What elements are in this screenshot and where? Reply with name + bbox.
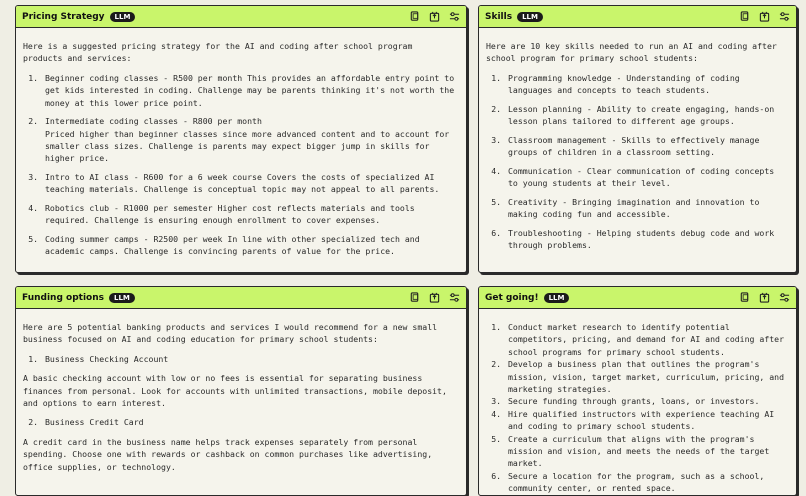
get-going-card: Get going! LLM Conduct market research t… bbox=[478, 286, 797, 496]
settings-sliders-icon[interactable] bbox=[779, 292, 790, 303]
steps-list: Conduct market research to identify pote… bbox=[486, 321, 786, 495]
copy-icon[interactable] bbox=[409, 292, 420, 303]
card-title: Funding options bbox=[22, 292, 104, 303]
list-item: Create a curriculum that aligns with the… bbox=[506, 433, 786, 470]
list-item: Lesson planning - Ability to create enga… bbox=[506, 103, 786, 128]
list-item: Coding summer camps - R2500 per week In … bbox=[43, 233, 456, 258]
funding-options-card: Funding options LLM Here are 5 potential… bbox=[15, 286, 467, 496]
list-item: Communication - Clear communication of c… bbox=[506, 165, 786, 190]
export-icon[interactable] bbox=[429, 292, 440, 303]
list-item: Troubleshooting - Helping students debug… bbox=[506, 227, 786, 252]
card-header: Get going! LLM bbox=[479, 287, 796, 309]
export-icon[interactable] bbox=[759, 11, 770, 22]
list-item: Beginner coding classes - R500 per month… bbox=[43, 72, 456, 109]
pricing-strategy-card: Pricing Strategy LLM Here is a suggested… bbox=[15, 5, 467, 273]
card-header: Funding options LLM bbox=[16, 287, 466, 309]
list-item: Intro to AI class - R600 for a 6 week co… bbox=[43, 171, 456, 196]
list-item: Hire qualified instructors with experien… bbox=[506, 408, 786, 433]
list-item: Business Checking Account bbox=[43, 353, 456, 365]
pricing-list: Beginner coding classes - R500 per month… bbox=[23, 72, 456, 258]
copy-icon[interactable] bbox=[739, 11, 750, 22]
list-item: Creativity - Bringing imagination and in… bbox=[506, 196, 786, 221]
llm-badge: LLM bbox=[517, 11, 543, 22]
list-item: Secure a location for the program, such … bbox=[506, 470, 786, 495]
skills-list: Programming knowledge - Understanding of… bbox=[486, 72, 786, 252]
card-body: Here are 10 key skills needed to run an … bbox=[479, 28, 796, 252]
llm-badge: LLM bbox=[109, 11, 136, 22]
intro-text: Here are 10 key skills needed to run an … bbox=[486, 41, 777, 64]
funding-list-2: Business Credit Card bbox=[23, 416, 456, 428]
card-body: Here is a suggested pricing strategy for… bbox=[16, 28, 466, 258]
copy-icon[interactable] bbox=[739, 292, 750, 303]
card-body: Here are 5 potential banking products an… bbox=[16, 309, 466, 473]
card-title: Get going! bbox=[485, 292, 539, 303]
list-item: Conduct market research to identify pote… bbox=[506, 321, 786, 358]
list-item: Develop a business plan that outlines th… bbox=[506, 358, 786, 395]
intro-text: Here is a suggested pricing strategy for… bbox=[23, 41, 413, 64]
card-title: Skills bbox=[485, 11, 513, 22]
settings-sliders-icon[interactable] bbox=[449, 292, 460, 303]
card-header: Pricing Strategy LLM bbox=[16, 6, 466, 28]
intro-text: Here are 5 potential banking products an… bbox=[23, 322, 438, 345]
settings-sliders-icon[interactable] bbox=[779, 11, 790, 22]
card-body: Conduct market research to identify pote… bbox=[479, 309, 796, 495]
list-item: Programming knowledge - Understanding of… bbox=[506, 72, 786, 97]
list-item-detail: Priced higher than beginner classes sinc… bbox=[45, 128, 450, 164]
card-header: Skills LLM bbox=[479, 6, 796, 28]
list-item: Robotics club - R1000 per semester Highe… bbox=[43, 202, 456, 227]
list-item: Business Credit Card bbox=[43, 416, 456, 428]
export-icon[interactable] bbox=[429, 11, 440, 22]
paragraph: A basic checking account with low or no … bbox=[23, 373, 447, 409]
llm-badge: LLM bbox=[108, 292, 135, 303]
list-item: Intermediate coding classes - R800 per m… bbox=[43, 115, 456, 165]
skills-card: Skills LLM Here are 10 key skills needed… bbox=[478, 5, 797, 273]
funding-list-1: Business Checking Account bbox=[23, 353, 456, 365]
list-item-title: Intermediate coding classes - R800 per m… bbox=[45, 116, 262, 127]
list-item: Secure funding through grants, loans, or… bbox=[506, 395, 786, 407]
settings-sliders-icon[interactable] bbox=[449, 11, 460, 22]
export-icon[interactable] bbox=[759, 292, 770, 303]
list-item: Classroom management - Skills to effecti… bbox=[506, 134, 786, 159]
paragraph: A credit card in the business name helps… bbox=[23, 436, 433, 472]
copy-icon[interactable] bbox=[409, 11, 420, 22]
llm-badge: LLM bbox=[543, 292, 570, 303]
card-title: Pricing Strategy bbox=[22, 11, 105, 22]
